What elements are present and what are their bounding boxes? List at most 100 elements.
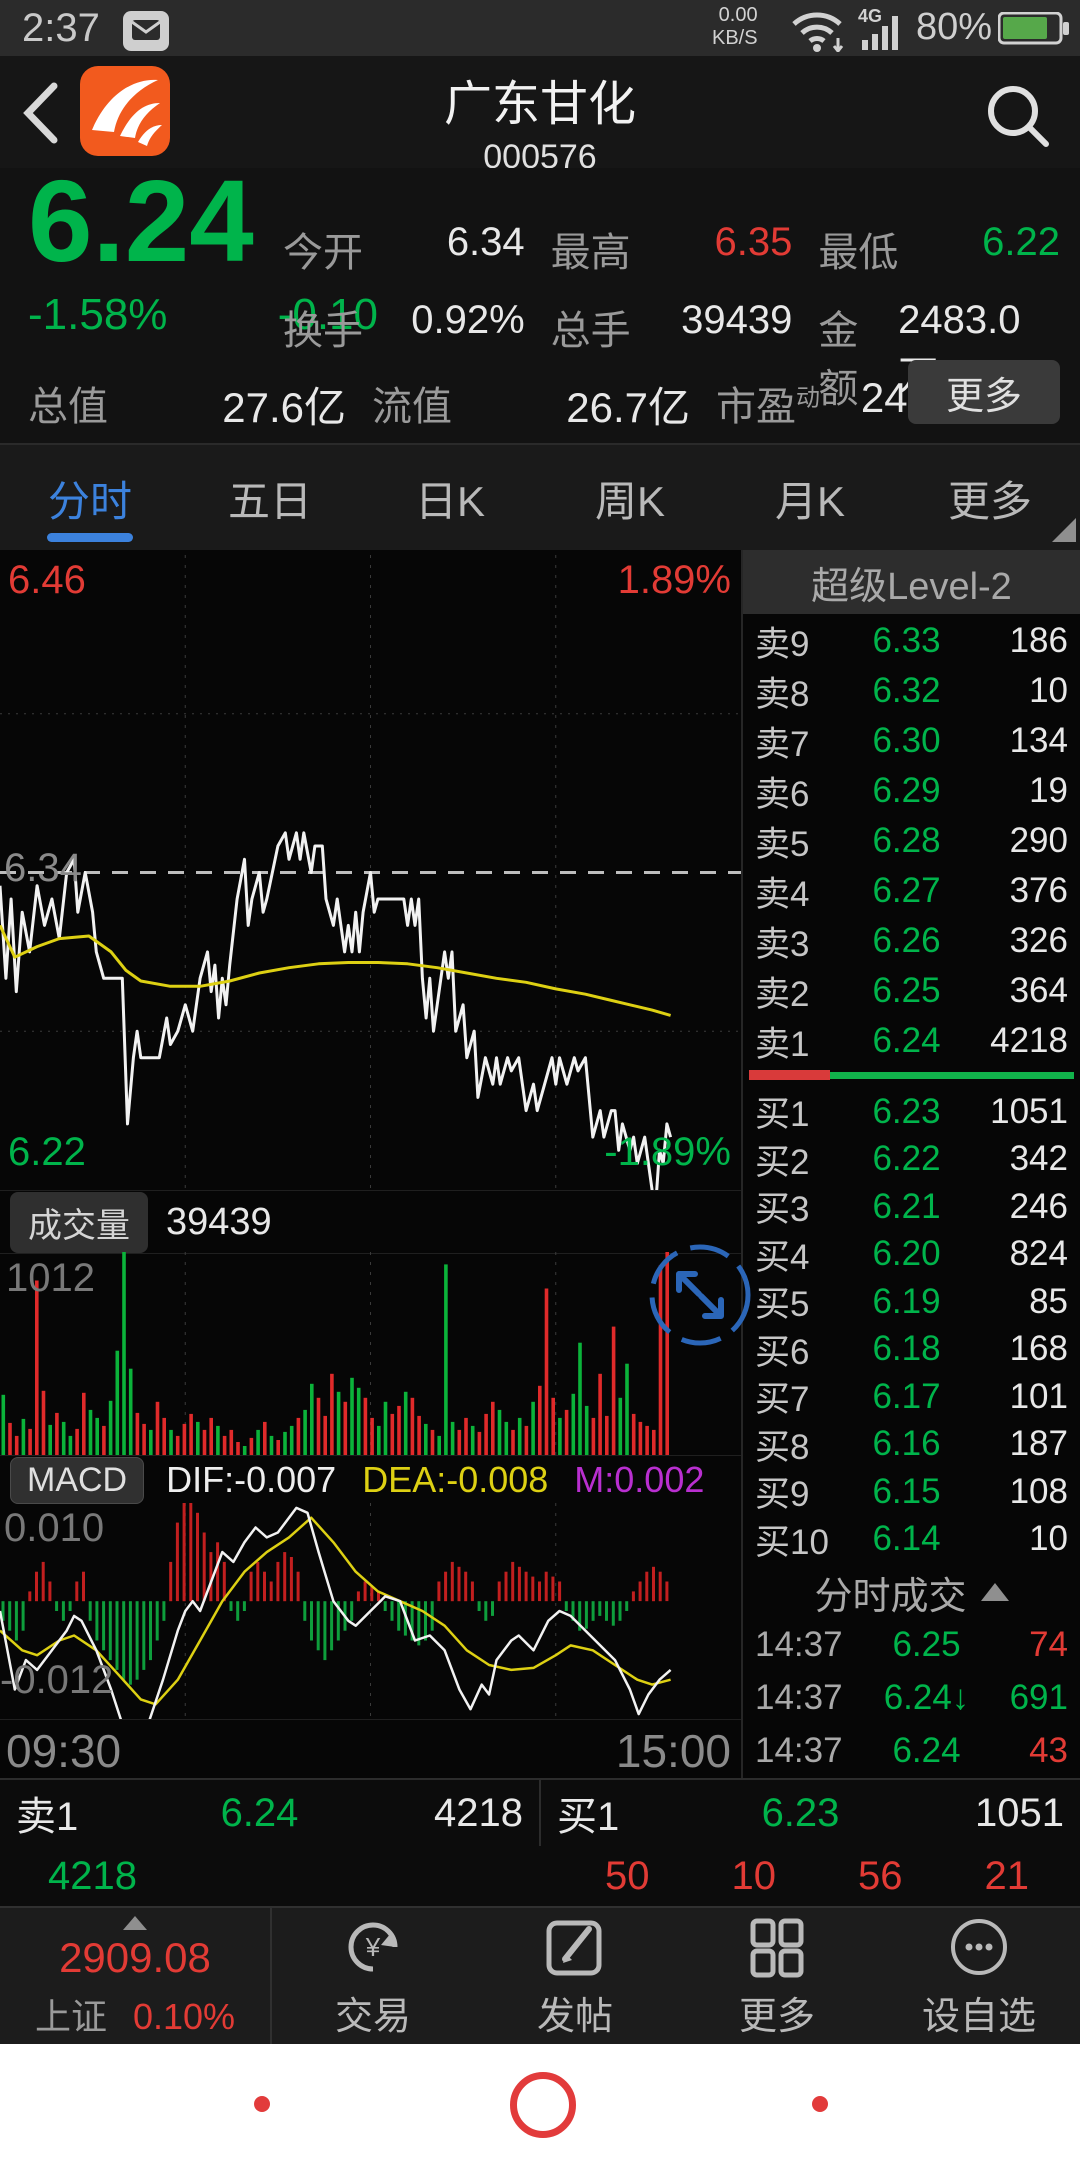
buy-queue-order: 50 bbox=[605, 1854, 650, 1899]
search-icon[interactable] bbox=[980, 78, 1056, 154]
level1-sell[interactable]: 卖1 6.24 4218 bbox=[0, 1780, 539, 1846]
level2-row-买8[interactable]: 买86.16187 bbox=[743, 1421, 1080, 1469]
index-expand-icon bbox=[123, 1916, 147, 1930]
level2-panel: 超级Level-2 卖96.33186卖86.3210卖76.30134卖66.… bbox=[743, 550, 1080, 1778]
sell1-price: 6.24 bbox=[126, 1791, 393, 1836]
level2-header[interactable]: 超级Level-2 bbox=[743, 550, 1080, 614]
timeline-chart-column: 6.46 1.89% 6.34 6.22 -1.89% 成交量 39439 10… bbox=[0, 550, 743, 1778]
nav-label-more: 更多 bbox=[739, 1985, 815, 2040]
level2-row-卖5[interactable]: 卖56.28290 bbox=[743, 816, 1080, 866]
level2-row-卖1[interactable]: 卖16.244218 bbox=[743, 1016, 1080, 1066]
status-bar: 2:37 0.00KB/S 4G 80% bbox=[0, 0, 1080, 56]
collapse-up-icon bbox=[981, 1583, 1009, 1601]
level2-row-卖8[interactable]: 卖86.3210 bbox=[743, 666, 1080, 716]
change-percent: -1.58% bbox=[28, 290, 167, 340]
level2-row-卖6[interactable]: 卖66.2919 bbox=[743, 766, 1080, 816]
volume-total: 39439 bbox=[166, 1201, 272, 1244]
sell-queue-list: 卖96.33186卖86.3210卖76.30134卖66.2919卖56.28… bbox=[743, 616, 1080, 1066]
tick-row-2: 14:376.2443 bbox=[743, 1724, 1080, 1777]
tab-周K[interactable]: 周K bbox=[540, 445, 720, 552]
tab-月K[interactable]: 月K bbox=[720, 445, 900, 552]
expand-chart-icon[interactable] bbox=[645, 1240, 755, 1350]
level2-row-买10[interactable]: 买106.1410 bbox=[743, 1516, 1080, 1564]
level2-row-卖9[interactable]: 卖96.33186 bbox=[743, 616, 1080, 666]
level2-row-买3[interactable]: 买36.21246 bbox=[743, 1183, 1080, 1231]
sell-queue-numbers: 4218 bbox=[0, 1846, 554, 1906]
time-axis: 09:30 15:00 bbox=[0, 1719, 741, 1779]
index-quote-shanghai[interactable]: 2909.08 上证 0.10% bbox=[0, 1908, 272, 2046]
nav-label-watchlist: 设自选 bbox=[922, 1985, 1036, 2040]
time-end: 15:00 bbox=[616, 1724, 731, 1778]
last-price: 6.24 bbox=[28, 154, 254, 288]
chart-high-label: 6.46 bbox=[8, 558, 86, 603]
prev-close-label: 6.34 bbox=[4, 846, 82, 891]
chart-low-pct-label: -1.89% bbox=[604, 1130, 731, 1175]
buy-queue-order: 10 bbox=[732, 1854, 777, 1899]
ratio-green-segment bbox=[830, 1072, 1074, 1079]
bottom-nav: 2909.08 上证 0.10% ¥ 交易 bbox=[0, 1906, 1080, 2046]
nav-item-more[interactable]: 更多 bbox=[676, 1908, 878, 2046]
wifi-icon bbox=[790, 8, 848, 52]
more-stats-button[interactable]: 更多 bbox=[908, 360, 1060, 424]
stat-r1-0: 今开6.34 bbox=[283, 220, 525, 278]
level2-row-买9[interactable]: 买96.15108 bbox=[743, 1468, 1080, 1516]
tab-dropdown-corner[interactable] bbox=[1052, 518, 1076, 542]
nav-item-trade[interactable]: ¥ 交易 bbox=[272, 1908, 474, 2046]
stock-detail-screen: 2:37 0.00KB/S 4G 80% bbox=[0, 0, 1080, 2160]
macd-axis-max: 0.010 bbox=[4, 1506, 104, 1551]
message-icon bbox=[122, 10, 170, 52]
tab-五日[interactable]: 五日 bbox=[180, 445, 360, 552]
signal-4g-icon: 4G bbox=[858, 6, 914, 52]
chart-area: 6.46 1.89% 6.34 6.22 -1.89% 成交量 39439 10… bbox=[0, 550, 1080, 1778]
level2-row-买7[interactable]: 买76.17101 bbox=[743, 1373, 1080, 1421]
tab-日K[interactable]: 日K bbox=[360, 445, 540, 552]
level2-row-卖2[interactable]: 卖26.25364 bbox=[743, 966, 1080, 1016]
chart-high-pct-label: 1.89% bbox=[618, 558, 731, 603]
macd-header: MACD DIF:-0.007 DEA:-0.008 M:0.002 bbox=[0, 1455, 741, 1504]
volume-chart[interactable] bbox=[0, 1252, 741, 1455]
price-chart[interactable] bbox=[0, 555, 741, 1190]
buy-queue-order: 56 bbox=[858, 1854, 903, 1899]
svg-text:4G: 4G bbox=[858, 6, 882, 26]
level2-row-买1[interactable]: 买16.231051 bbox=[743, 1088, 1080, 1136]
nav-item-watchlist[interactable]: 设自选 bbox=[878, 1908, 1080, 2046]
nav-label-trade: 交易 bbox=[335, 1985, 411, 2040]
tab-分时[interactable]: 分时 bbox=[0, 445, 180, 552]
macd-tag[interactable]: MACD bbox=[10, 1457, 144, 1504]
battery-icon bbox=[998, 12, 1070, 46]
level2-row-卖7[interactable]: 卖76.30134 bbox=[743, 716, 1080, 766]
level2-row-卖4[interactable]: 卖46.27376 bbox=[743, 866, 1080, 916]
network-speed: 0.00KB/S bbox=[712, 4, 758, 50]
tick-trades-header[interactable]: 分时成交 bbox=[743, 1566, 1080, 1618]
level2-row-卖3[interactable]: 卖36.26326 bbox=[743, 916, 1080, 966]
time-start: 09:30 bbox=[6, 1724, 121, 1778]
index-name: 上证 bbox=[35, 1996, 107, 2037]
stat-r3-1: 流值26.7亿 bbox=[372, 374, 690, 435]
home-button[interactable] bbox=[510, 2072, 576, 2138]
nav-item-post[interactable]: 发帖 bbox=[474, 1908, 676, 2046]
buy1-label: 买1 bbox=[557, 1784, 667, 1842]
battery-percent: 80% bbox=[916, 6, 992, 49]
page-title: 广东甘化 bbox=[0, 64, 1080, 134]
stats-row-3: 总值27.6亿流值26.7亿市盈动24.30 bbox=[28, 374, 888, 435]
level2-row-买5[interactable]: 买56.1985 bbox=[743, 1278, 1080, 1326]
watchlist-icon bbox=[947, 1915, 1011, 1979]
volume-axis-max: 1012 bbox=[6, 1256, 95, 1301]
stat-r1-2: 最低6.22 bbox=[818, 220, 1060, 278]
stats-row-1: 今开6.34最高6.35最低6.22 bbox=[283, 220, 1060, 278]
buy-queue-numbers: 50105621 bbox=[554, 1846, 1080, 1906]
level1-buy[interactable]: 买1 6.23 1051 bbox=[541, 1780, 1080, 1846]
title-block: 广东甘化 000576 bbox=[0, 56, 1080, 168]
buy1-volume: 1051 bbox=[934, 1791, 1064, 1836]
tick-row-0: 14:376.2574 bbox=[743, 1618, 1080, 1671]
buy-queue-list: 买16.231051买26.22342买36.21246买46.20824买56… bbox=[743, 1088, 1080, 1563]
level2-row-买6[interactable]: 买66.18168 bbox=[743, 1326, 1080, 1374]
index-percent: 0.10% bbox=[133, 1996, 235, 2037]
back-nav-button[interactable] bbox=[812, 2096, 828, 2112]
volume-header: 成交量 39439 bbox=[0, 1190, 741, 1254]
level2-row-买2[interactable]: 买26.22342 bbox=[743, 1136, 1080, 1184]
recent-apps-button[interactable] bbox=[254, 2096, 270, 2112]
level2-row-买4[interactable]: 买46.20824 bbox=[743, 1231, 1080, 1279]
system-nav-bar bbox=[0, 2044, 1080, 2160]
grid-more-icon bbox=[745, 1915, 809, 1979]
